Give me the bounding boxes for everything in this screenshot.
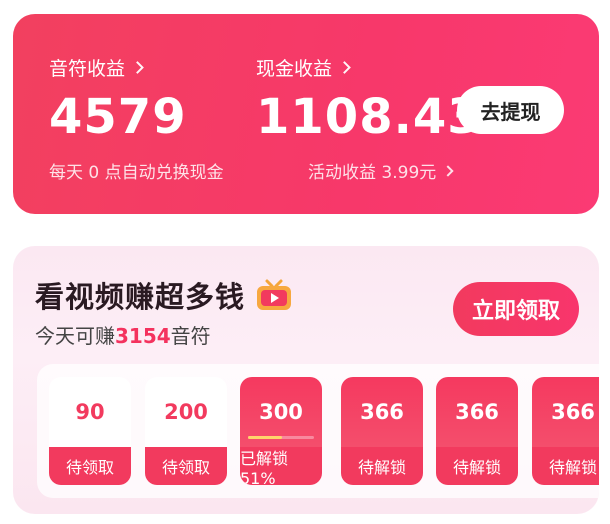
claim-now-button[interactable]: 立即领取	[453, 282, 579, 336]
reward-task-card[interactable]: 366 待解锁	[436, 377, 518, 485]
withdraw-button[interactable]: 去提现	[457, 86, 564, 134]
notes-earnings[interactable]: 音符收益 4579	[49, 54, 187, 145]
activity-earnings-link[interactable]: 活动收益 3.99元	[308, 158, 454, 183]
chevron-right-icon	[131, 61, 144, 74]
promo-subtitle: 今天可赚3154音符	[35, 320, 211, 349]
promo-subtitle-prefix: 今天可赚	[35, 324, 115, 348]
watch-video-promo-card: 看视频赚超多钱 今天可赚3154音符 立即领取 90 待领取 200 待领取 3…	[13, 246, 599, 514]
activity-earnings-label: 活动收益 3.99元	[308, 163, 437, 183]
reward-task-card[interactable]: 90 待领取	[49, 377, 131, 485]
earnings-card: 音符收益 4579 现金收益 1108.43 每天 0 点自动兑换现金 活动收益…	[13, 14, 599, 214]
promo-title: 看视频赚超多钱	[35, 280, 246, 314]
reward-tasks-list: 90 待领取 200 待领取 300 已解锁51% 366 待解锁 366 待解…	[37, 364, 599, 498]
promo-title-row: 看视频赚超多钱	[35, 274, 293, 316]
notes-earnings-label: 音符收益	[49, 58, 126, 80]
reward-task-status: 待解锁	[436, 447, 518, 485]
reward-task-value: 90	[49, 377, 131, 447]
reward-task-status: 待领取	[49, 447, 131, 485]
reward-task-status: 待解锁	[532, 447, 599, 485]
reward-task-value: 200	[145, 377, 227, 447]
reward-task-card[interactable]: 366 待解锁	[341, 377, 423, 485]
unlock-progress-bar	[248, 436, 314, 439]
tv-icon	[255, 278, 293, 312]
cash-earnings-value: 1108.43	[256, 89, 482, 145]
reward-task-value: 366	[532, 377, 599, 447]
chevron-right-icon	[442, 164, 454, 177]
reward-task-value: 366	[436, 377, 518, 447]
unlock-progress-fill	[248, 436, 282, 439]
reward-task-card[interactable]: 366 待解锁	[532, 377, 599, 485]
reward-task-card[interactable]: 300 已解锁51%	[240, 377, 322, 485]
chevron-right-icon	[338, 61, 351, 74]
reward-task-status: 待解锁	[341, 447, 423, 485]
notes-earnings-value: 4579	[49, 89, 187, 145]
cash-earnings-label: 现金收益	[256, 58, 333, 80]
promo-subtitle-number: 3154	[115, 324, 171, 348]
promo-subtitle-suffix: 音符	[170, 324, 211, 348]
reward-task-value: 366	[341, 377, 423, 447]
notes-exchange-note: 每天 0 点自动兑换现金	[49, 163, 224, 183]
reward-task-value: 300	[259, 400, 303, 424]
reward-task-status: 已解锁51%	[240, 447, 322, 485]
reward-task-status: 待领取	[145, 447, 227, 485]
cash-earnings[interactable]: 现金收益 1108.43	[256, 54, 482, 145]
reward-task-card[interactable]: 200 待领取	[145, 377, 227, 485]
